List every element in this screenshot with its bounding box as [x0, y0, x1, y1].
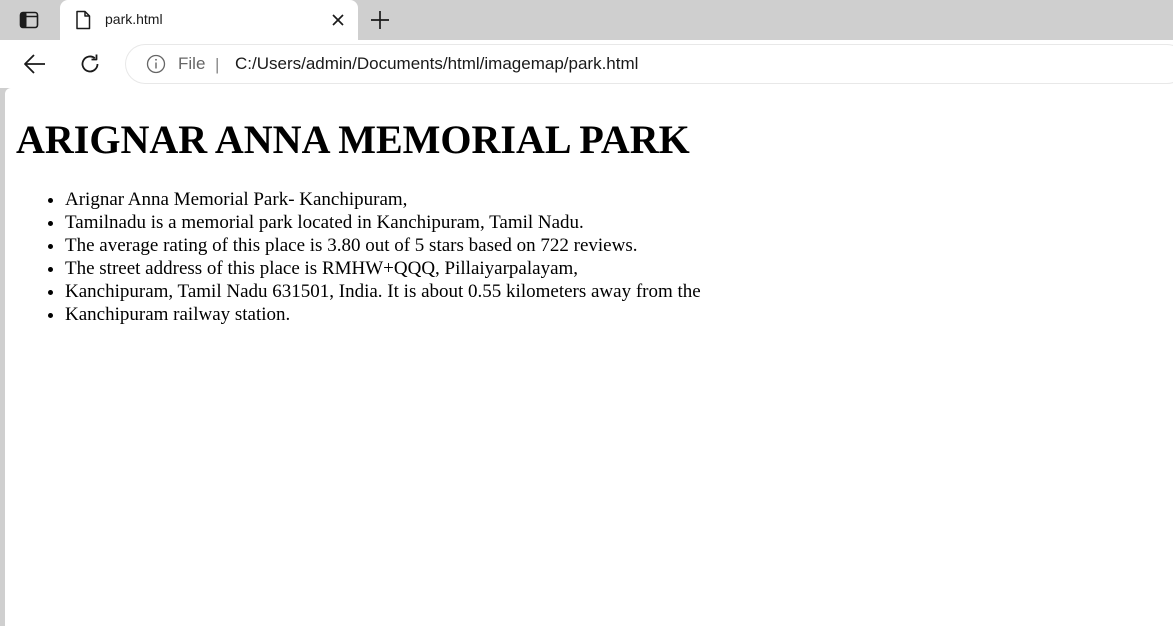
list-item: Arignar Anna Memorial Park- Kanchipuram,	[65, 188, 701, 211]
back-arrow-icon[interactable]	[22, 51, 48, 77]
tab-title: park.html	[105, 11, 163, 27]
scheme-label: File	[178, 54, 206, 73]
address-divider: |	[215, 55, 220, 74]
list-item: Kanchipuram, Tamil Nadu 631501, India. I…	[65, 280, 701, 303]
toolbar: File | C:/Users/admin/Documents/html/ima…	[0, 40, 1173, 88]
page-title: ARIGNAR ANNA MEMORIAL PARK	[16, 117, 690, 162]
tab-strip: park.html	[0, 0, 1173, 40]
plus-icon[interactable]	[368, 8, 392, 32]
browser-window: park.html File | C:/Users/admin/Document…	[0, 0, 1173, 626]
tab-actions-icon[interactable]	[15, 9, 43, 31]
list-item: The average rating of this place is 3.80…	[65, 234, 701, 257]
info-list: Arignar Anna Memorial Park- Kanchipuram,…	[5, 188, 701, 326]
url-text[interactable]: C:/Users/admin/Documents/html/imagemap/p…	[235, 54, 638, 74]
info-icon[interactable]	[146, 54, 166, 74]
tab-active[interactable]: park.html	[60, 0, 358, 40]
reload-icon[interactable]	[77, 51, 103, 77]
page-icon	[74, 10, 92, 30]
list-item: Tamilnadu is a memorial park located in …	[65, 211, 701, 234]
list-item: The street address of this place is RMHW…	[65, 257, 701, 280]
close-icon[interactable]	[328, 10, 348, 30]
address-bar[interactable]: File | C:/Users/admin/Documents/html/ima…	[126, 45, 1173, 83]
page-viewport: ARIGNAR ANNA MEMORIAL PARK Arignar Anna …	[5, 88, 1173, 626]
list-item: Kanchipuram railway station.	[65, 303, 701, 326]
